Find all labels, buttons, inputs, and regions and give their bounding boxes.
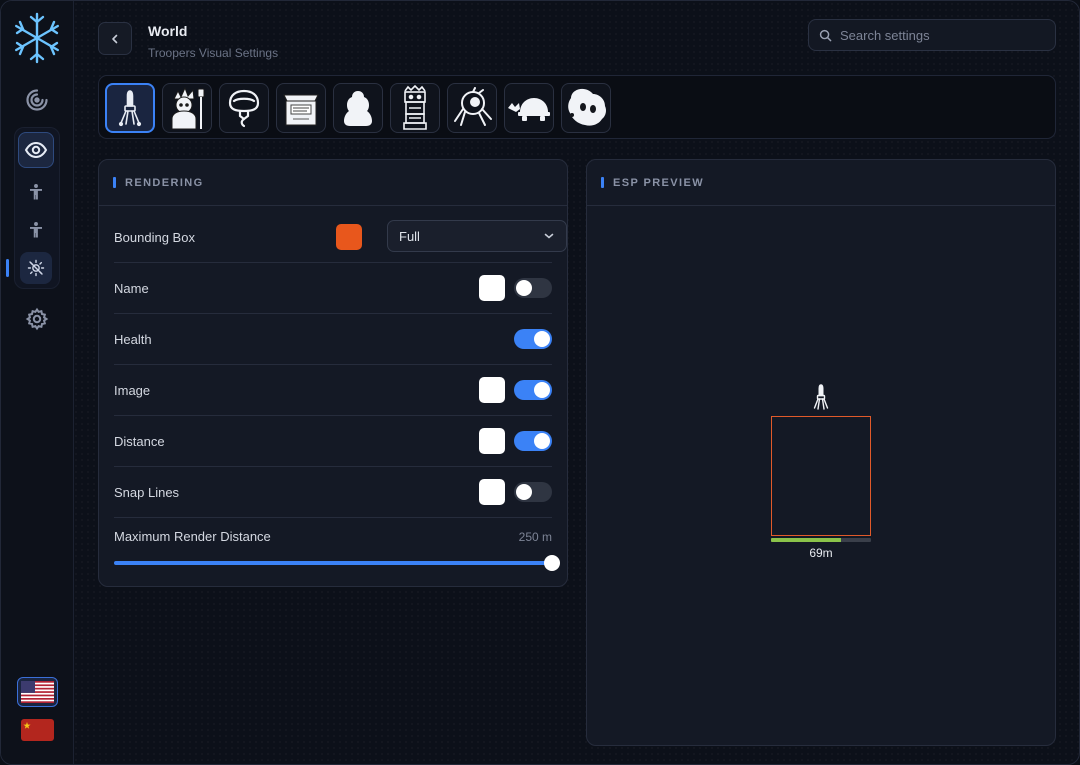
character-bandit[interactable] <box>162 83 212 133</box>
panel-accent-bar <box>113 177 116 188</box>
rendering-panel-header: RENDERING <box>99 160 567 206</box>
sidebar-item-visuals[interactable] <box>18 132 54 168</box>
snap-lines-color-swatch[interactable] <box>479 479 505 505</box>
toggle-knob <box>534 331 550 347</box>
ghost-icon <box>344 91 372 126</box>
active-indicator <box>6 259 9 277</box>
search-box <box>808 19 1056 51</box>
chevron-down-icon <box>544 233 554 239</box>
crawler-icon <box>454 87 492 126</box>
character-crate[interactable] <box>276 83 326 133</box>
radar-icon <box>26 89 48 111</box>
row-image: Image <box>114 365 552 416</box>
mask-icon <box>228 89 260 128</box>
world-sun-icon <box>27 259 45 277</box>
china-flag-icon <box>21 719 54 741</box>
distance-label: Distance <box>114 433 165 449</box>
app-window: World Troopers Visual Settings Search se… <box>0 0 1080 765</box>
esp-health-bar <box>771 538 871 542</box>
page-title: World <box>148 23 188 39</box>
sidebar-item-npcs[interactable] <box>20 214 52 246</box>
character-strip <box>98 75 1056 139</box>
us-flag-icon <box>21 681 54 703</box>
crate-icon <box>283 94 319 126</box>
chevron-left-icon <box>112 34 118 43</box>
language-chinese-button[interactable] <box>21 719 54 741</box>
health-toggle[interactable] <box>514 329 552 349</box>
image-toggle[interactable] <box>514 380 552 400</box>
max-render-distance-value: 250 m <box>518 530 552 544</box>
toggle-knob <box>516 484 532 500</box>
search-icon <box>819 29 832 41</box>
gear-icon <box>25 307 49 331</box>
name-toggle[interactable] <box>514 278 552 298</box>
bounding-box-color-swatch[interactable] <box>336 224 362 250</box>
max-render-distance-label: Maximum Render Distance <box>114 529 271 544</box>
name-label: Name <box>114 280 149 296</box>
sidebar-visuals-group <box>14 127 60 289</box>
bounding-box-style-value: Full <box>399 228 420 244</box>
search-input[interactable] <box>840 27 1040 43</box>
character-turtle[interactable] <box>504 83 554 133</box>
distance-color-swatch[interactable] <box>479 428 505 454</box>
character-trooper[interactable] <box>105 83 155 133</box>
rendering-panel: RENDERING Bounding Box Full Name Health … <box>98 159 568 587</box>
character-blob[interactable] <box>561 83 611 133</box>
esp-trooper-image-icon <box>813 384 829 410</box>
snowflake-logo-icon <box>14 12 59 64</box>
snap-lines-toggle[interactable] <box>514 482 552 502</box>
sidebar <box>1 1 74 764</box>
toggle-knob <box>534 382 550 398</box>
toggle-knob <box>534 433 550 449</box>
bounding-box-label: Bounding Box <box>114 229 195 245</box>
sidebar-item-players[interactable] <box>20 176 52 208</box>
bandit-icon <box>171 86 205 130</box>
person-icon <box>30 184 42 200</box>
sidebar-item-radar[interactable] <box>19 82 55 118</box>
slider-thumb[interactable] <box>544 555 560 571</box>
totem-icon <box>403 85 427 130</box>
row-snap-lines: Snap Lines <box>114 467 552 518</box>
character-crawler[interactable] <box>447 83 497 133</box>
character-totem[interactable] <box>390 83 440 133</box>
sidebar-item-settings[interactable] <box>19 301 55 337</box>
blob-icon <box>568 88 606 126</box>
image-color-swatch[interactable] <box>479 377 505 403</box>
image-label: Image <box>114 382 151 398</box>
character-mask[interactable] <box>219 83 269 133</box>
row-name: Name <box>114 263 552 314</box>
eye-icon <box>24 141 48 159</box>
language-english-button[interactable] <box>17 677 58 707</box>
max-render-distance-slider[interactable] <box>114 561 552 565</box>
bounding-box-style-select[interactable]: Full <box>387 220 567 252</box>
toggle-knob <box>516 280 532 296</box>
row-health: Health <box>114 314 552 365</box>
name-color-swatch[interactable] <box>479 275 505 301</box>
distance-toggle[interactable] <box>514 431 552 451</box>
sidebar-item-world[interactable] <box>20 252 52 284</box>
character-ghost[interactable] <box>333 83 383 133</box>
back-button[interactable] <box>98 22 132 55</box>
esp-distance-text: 69m <box>809 546 833 560</box>
row-bounding-box: Bounding Box Full <box>114 212 567 263</box>
turtle-icon <box>508 98 550 121</box>
esp-bounding-box <box>771 416 871 536</box>
health-label: Health <box>114 331 152 347</box>
esp-preview-header: ESP PREVIEW <box>587 160 1055 206</box>
panel-accent-bar <box>601 177 604 188</box>
esp-preview-title: ESP PREVIEW <box>613 176 704 189</box>
esp-preview-panel: ESP PREVIEW 69m <box>586 159 1056 746</box>
person-icon <box>30 222 42 238</box>
esp-health-fill <box>771 538 841 542</box>
row-distance: Distance <box>114 416 552 467</box>
page-subtitle: Troopers Visual Settings <box>148 46 279 60</box>
snap-lines-label: Snap Lines <box>114 484 180 500</box>
trooper-icon <box>118 90 142 127</box>
rendering-panel-title: RENDERING <box>125 176 204 189</box>
